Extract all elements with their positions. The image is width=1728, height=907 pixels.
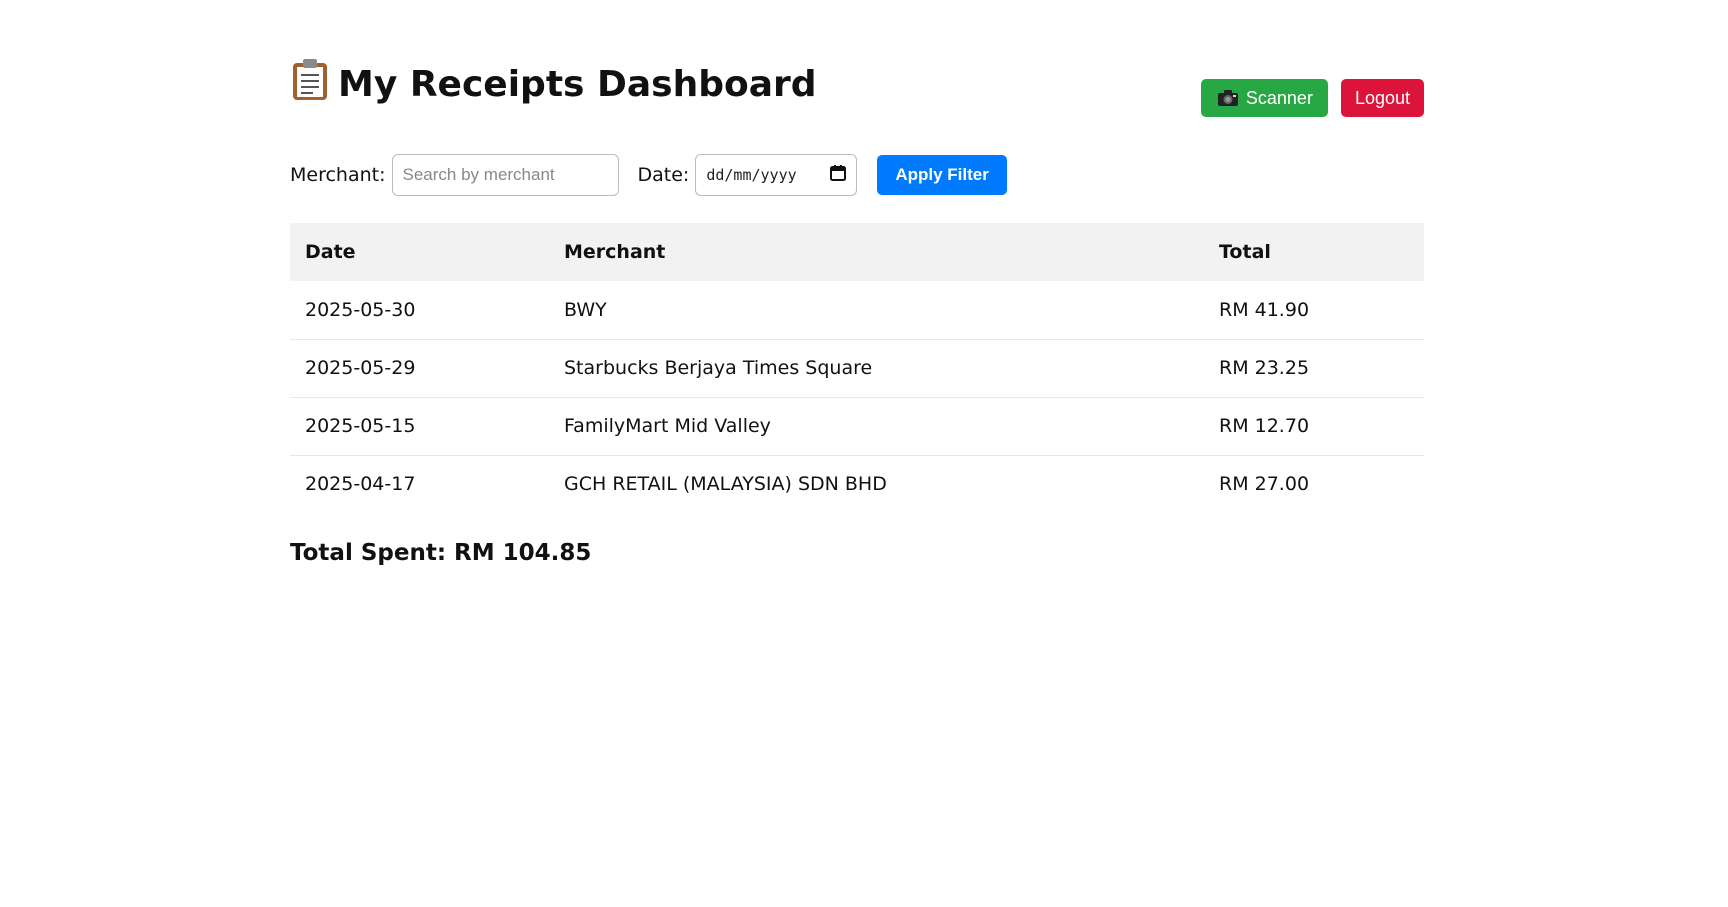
table-row: 2025-04-17 GCH RETAIL (MALAYSIA) SDN BHD… [290,455,1424,513]
page-title: My Receipts Dashboard [290,58,817,109]
cell-date: 2025-05-15 [290,397,549,456]
date-input-placeholder: dd/mm/yyyy [706,166,797,184]
logout-button[interactable]: Logout [1340,79,1424,117]
table-row: 2025-05-29 Starbucks Berjaya Times Squar… [290,339,1424,398]
cell-merchant: BWY [549,281,1204,340]
calendar-icon[interactable] [830,165,847,185]
receipts-table: Date Merchant Total 2025-05-30 BWY RM 41… [290,223,1424,513]
apply-filter-button[interactable]: Apply Filter [877,155,1007,195]
table-row: 2025-05-15 FamilyMart Mid Valley RM 12.7… [290,397,1424,456]
scanner-button[interactable]: Scanner [1200,79,1328,117]
cell-merchant: Starbucks Berjaya Times Square [549,339,1204,398]
merchant-label: Merchant: [290,164,386,186]
clipboard-icon [290,58,330,102]
column-header-total: Total [1204,223,1424,281]
cell-date: 2025-05-29 [290,339,549,398]
camera-icon [1217,90,1238,106]
scanner-button-label: Scanner [1245,87,1313,108]
cell-total: RM 12.70 [1204,397,1424,456]
header: My Receipts Dashboard Scanner Logout [290,0,1424,120]
total-spent: Total Spent: RM 104.85 [290,540,592,566]
cell-merchant: GCH RETAIL (MALAYSIA) SDN BHD [564,473,887,496]
cell-merchant: FamilyMart Mid Valley [549,397,1204,456]
date-label: Date: [637,164,690,186]
column-header-date: Date [290,223,549,281]
cell-total: RM 27.00 [1219,473,1310,496]
table-header-row: Date Merchant Total [290,223,1424,281]
date-input[interactable]: dd/mm/yyyy [695,154,858,196]
cell-date: 2025-04-17 [305,473,416,496]
header-actions: Scanner Logout [1200,79,1424,117]
filter-bar: Merchant: Search by merchant Date: dd/mm… [290,154,1007,196]
merchant-search-input[interactable]: Search by merchant [391,154,619,196]
cell-total: RM 23.25 [1204,339,1424,398]
cell-date: 2025-05-30 [290,281,549,340]
dashboard-container: My Receipts Dashboard Scanner Logout Mer… [290,0,1424,566]
page-title-text: My Receipts Dashboard [338,64,817,105]
table-row: 2025-05-30 BWY RM 41.90 [290,281,1424,340]
column-header-merchant: Merchant [549,223,1204,281]
cell-total: RM 41.90 [1204,281,1424,340]
